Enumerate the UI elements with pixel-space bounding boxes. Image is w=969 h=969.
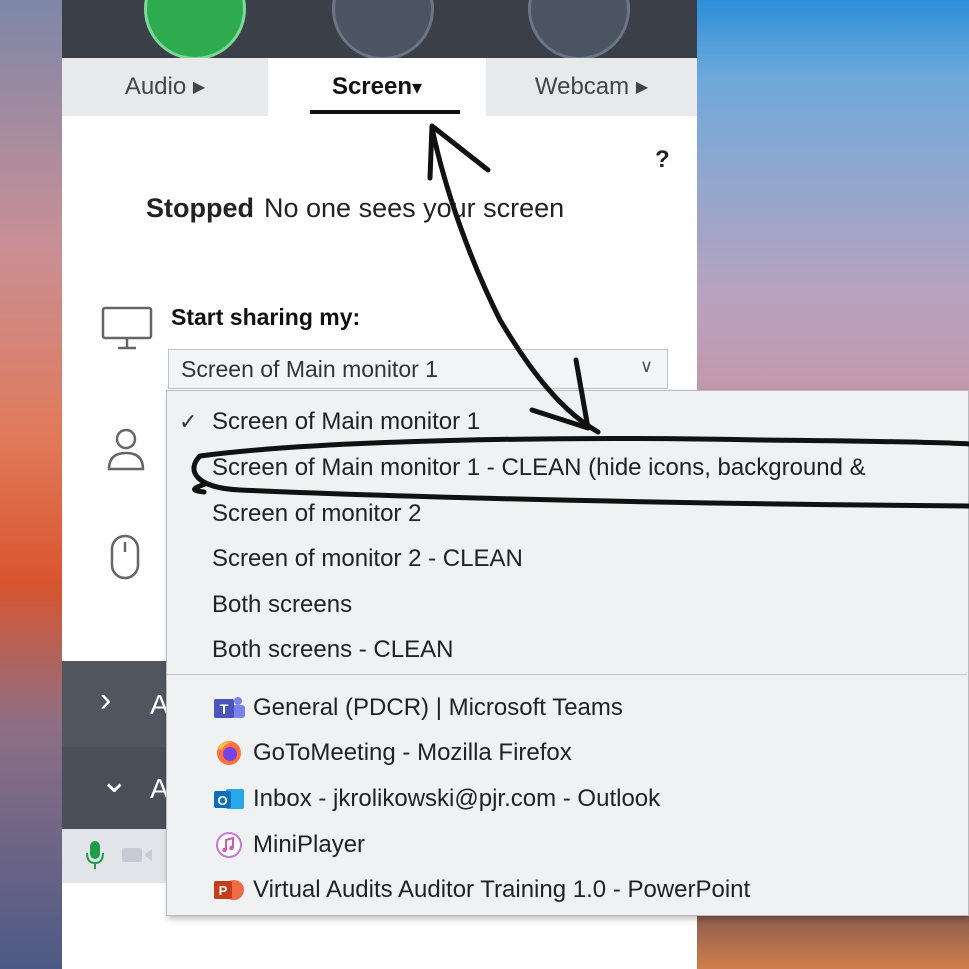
annotation-highlight-loop xyxy=(191,436,969,509)
annotation-arrow-line xyxy=(429,125,601,435)
annotation-overlay xyxy=(191,123,969,509)
